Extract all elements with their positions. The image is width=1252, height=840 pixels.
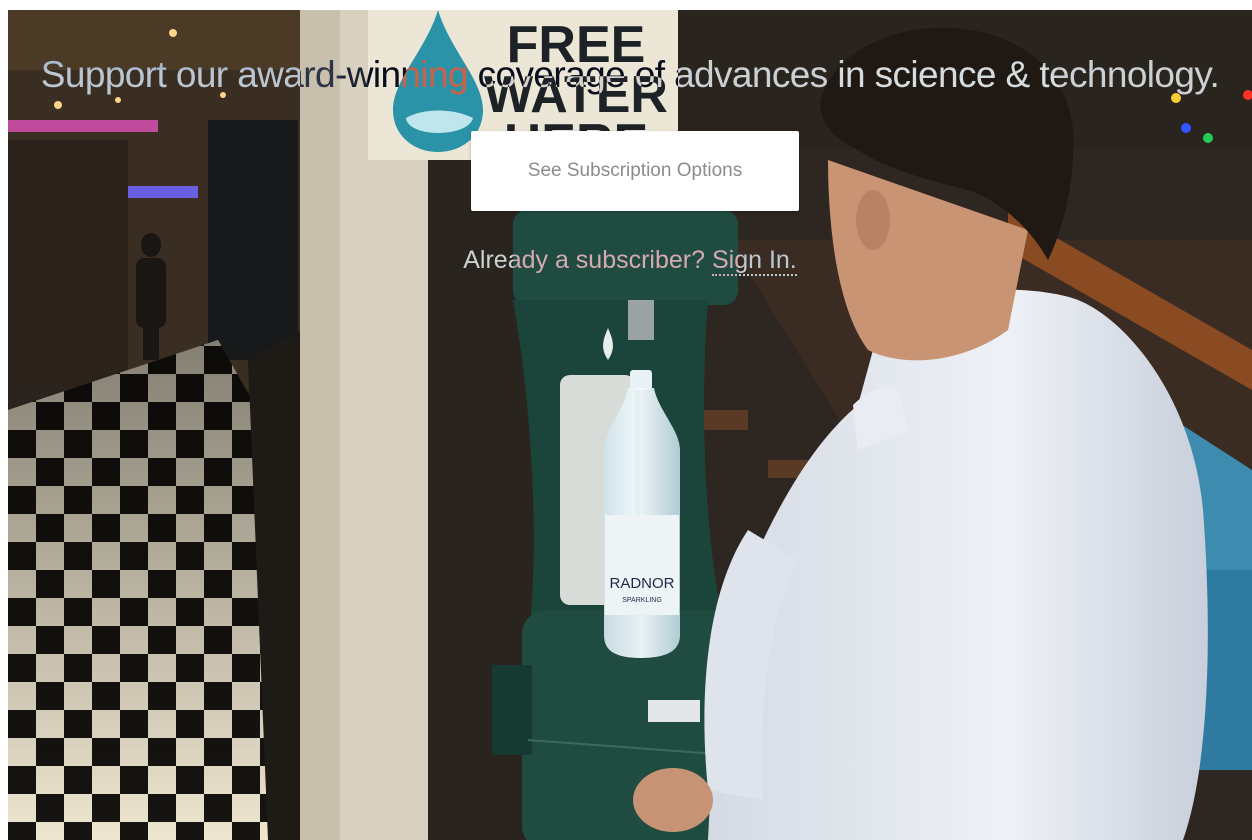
sign-in-link[interactable]: Sign In. xyxy=(711,246,797,276)
already-subscriber-text: Already a subscriber? xyxy=(463,246,712,274)
paywall-headline: Support our award-winning coverage of ad… xyxy=(40,54,1220,95)
already-subscriber-line: Already a subscriber? Sign In. xyxy=(8,246,1252,276)
see-subscription-options-button[interactable]: See Subscription Options xyxy=(471,131,799,211)
bottle-variant-text: SPARKLING xyxy=(622,597,662,604)
hero-photo-region: FREE WATER HERE RADNOR SPARKLING xyxy=(8,10,1252,840)
bottle-brand-text: RADNOR xyxy=(609,575,674,592)
